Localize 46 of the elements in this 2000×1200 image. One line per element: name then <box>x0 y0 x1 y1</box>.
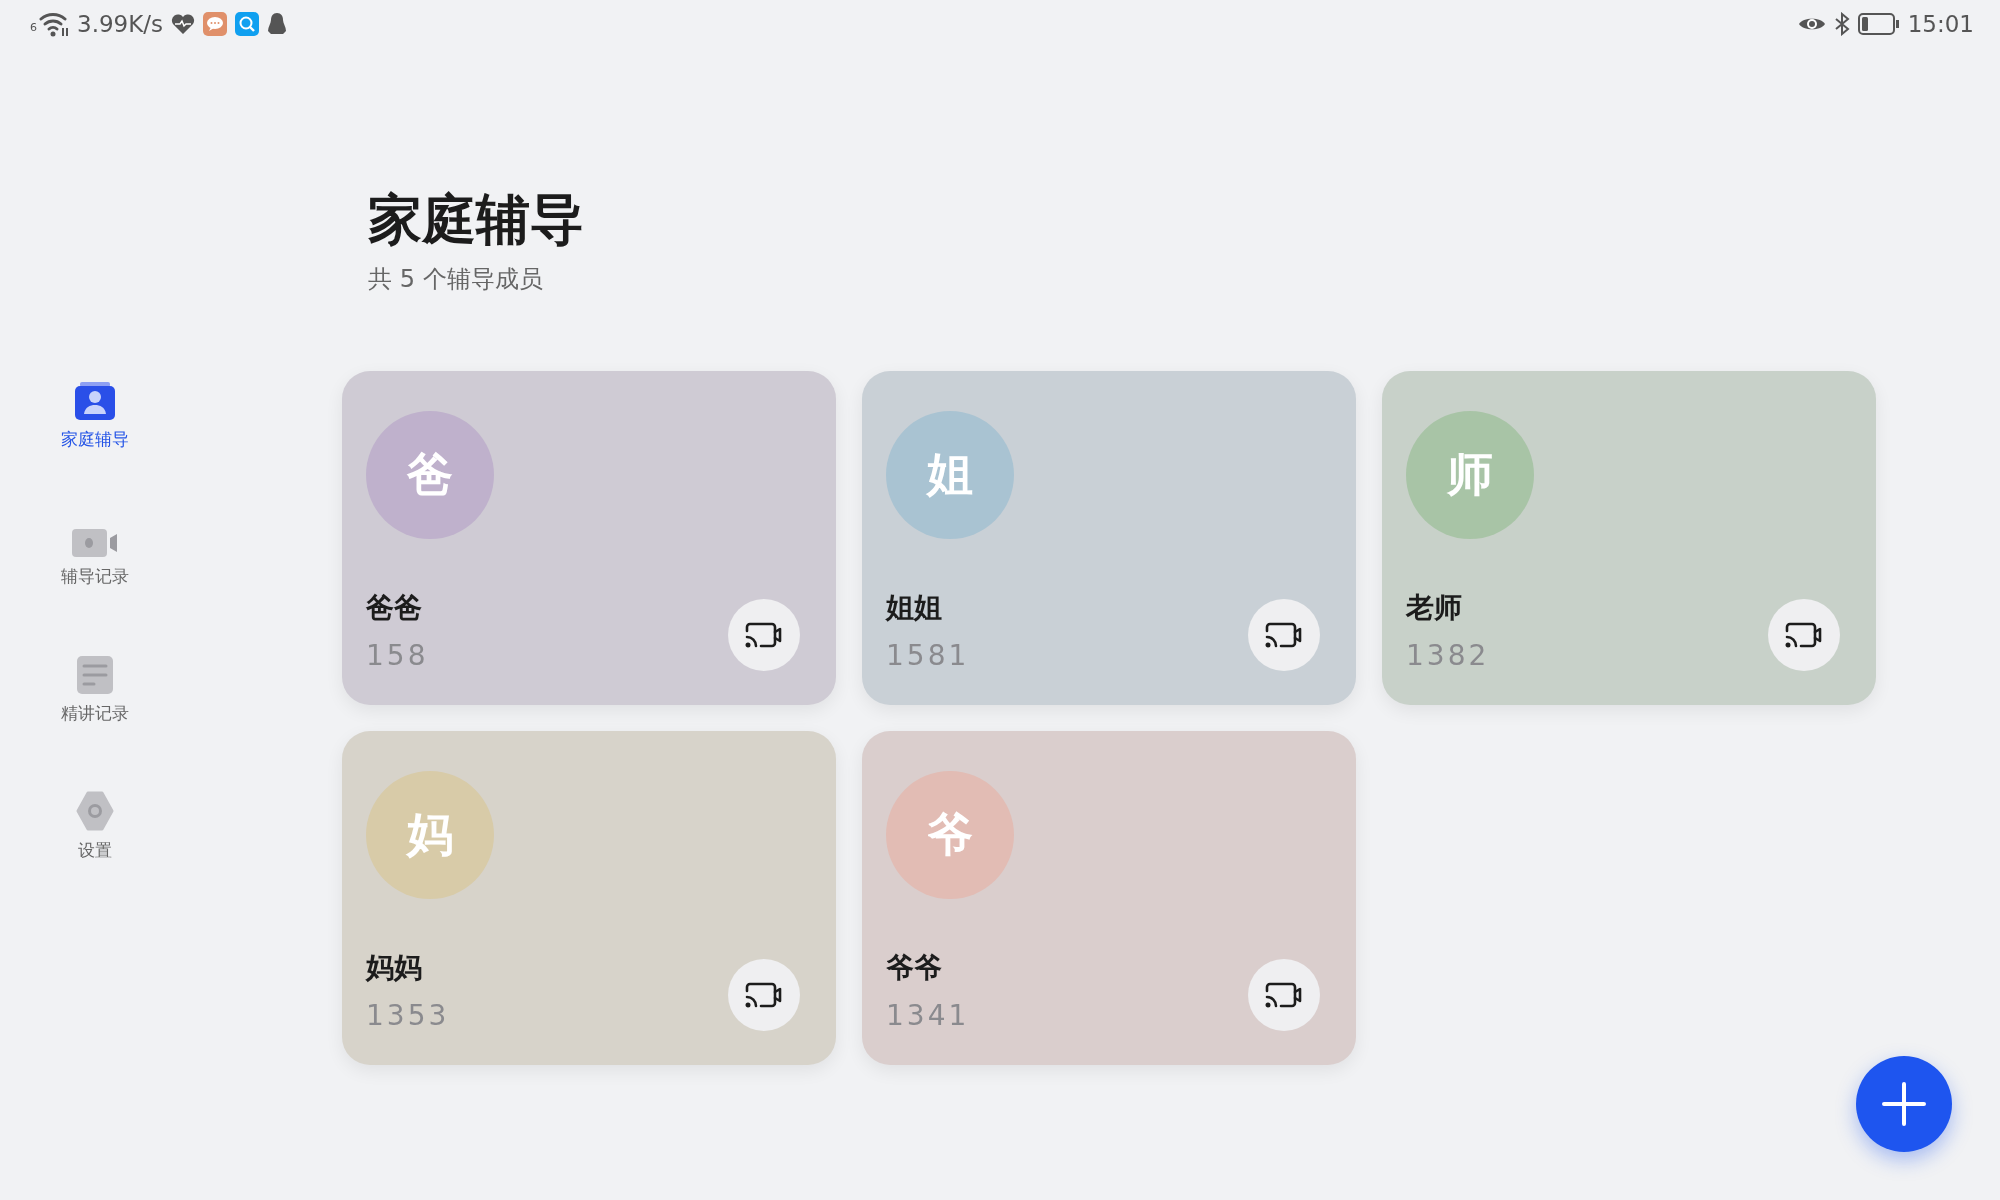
sidebar-tab[interactable]: 辅导记录 <box>35 513 155 588</box>
avatar: 姐 <box>886 410 1014 539</box>
member-card[interactable]: 师 老师 1382 <box>1382 370 1876 705</box>
phone-number: 1382 <box>1406 638 1491 672</box>
member-card[interactable]: 爷 爷爷 1341 <box>862 730 1356 1065</box>
person-card-icon <box>75 382 115 420</box>
add-button[interactable] <box>1856 1056 1952 1152</box>
wifi-icon <box>39 11 69 37</box>
member-name: 妈妈 <box>366 949 423 986</box>
avatar: 爷 <box>886 770 1014 899</box>
member-name: 爸爸 <box>366 589 423 626</box>
phone-number: 158 <box>366 638 430 672</box>
page-title: 家庭辅导 <box>368 188 585 253</box>
member-card[interactable]: 爸 爸爸 158 <box>342 370 836 705</box>
phone-number: 1353 <box>366 998 451 1032</box>
sidebar-tab[interactable]: 设置 <box>35 787 155 862</box>
screen-cast-icon <box>1784 620 1824 649</box>
network-speed: 3.99K/s <box>77 11 164 37</box>
member-card[interactable]: 妈 妈妈 1353 <box>342 730 836 1065</box>
member-name: 老师 <box>1406 589 1463 626</box>
sidebar-tab[interactable]: 家庭辅导 <box>35 376 155 451</box>
heart-rate-icon <box>171 13 196 35</box>
screen-cast-icon <box>1264 980 1304 1009</box>
screen-cast-icon <box>744 980 784 1009</box>
clock-time: 15:01 <box>1907 11 1974 37</box>
video-camera-icon <box>72 529 118 557</box>
phone-number: 1341 <box>886 998 971 1032</box>
phone-number: 1581 <box>886 638 971 672</box>
bluetooth-icon <box>1833 12 1850 36</box>
chat-bubble-icon <box>203 12 228 36</box>
avatar: 妈 <box>366 770 494 899</box>
member-name: 姐姐 <box>886 589 943 626</box>
network-type-label: 6 <box>30 21 37 34</box>
member-card[interactable]: 姐 姐姐 1581 <box>862 370 1356 705</box>
screen-cast-icon <box>1264 620 1304 649</box>
avatar: 爸 <box>366 410 494 539</box>
member-name: 爷爷 <box>886 949 943 986</box>
member-count: 共 5 个辅导成员 <box>368 263 544 295</box>
document-icon <box>77 656 113 694</box>
battery-icon <box>1857 13 1900 35</box>
avatar: 师 <box>1406 410 1534 539</box>
screen-cast-icon <box>744 620 784 649</box>
plus-icon <box>1882 1082 1926 1126</box>
settings-icon <box>75 791 115 831</box>
search-app-icon <box>235 12 260 36</box>
sidebar-tab[interactable]: 精讲记录 <box>35 650 155 725</box>
